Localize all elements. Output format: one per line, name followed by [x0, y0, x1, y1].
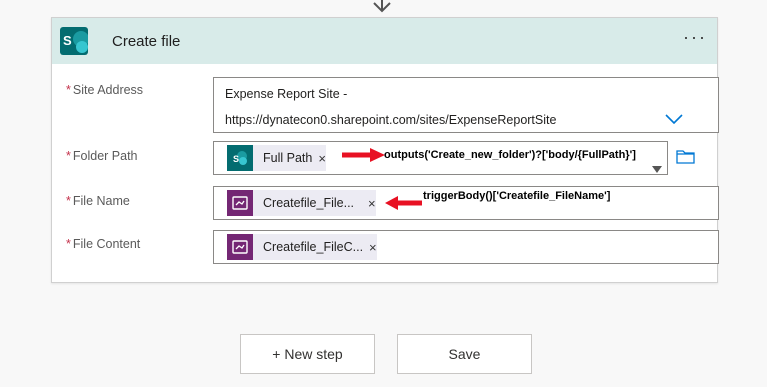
- card-header[interactable]: S Create file ···: [52, 18, 717, 64]
- createfile-filecontent-token[interactable]: Createfile_FileC... ×: [227, 234, 377, 260]
- remove-token-button[interactable]: ×: [318, 151, 326, 166]
- folder-path-expression: outputs('Create_new_folder')?['body/{Ful…: [384, 149, 636, 161]
- power-apps-icon: [227, 190, 253, 216]
- file-content-field[interactable]: Createfile_FileC... ×: [213, 230, 719, 264]
- full-path-token-label: Full Path: [263, 151, 313, 165]
- createfile-filename-token[interactable]: Createfile_File... ×: [227, 190, 376, 216]
- folder-path-label: * Folder Path: [66, 149, 138, 163]
- createfile-filecontent-token-label: Createfile_FileC...: [263, 240, 364, 254]
- sharepoint-icon: S: [227, 145, 253, 171]
- site-address-label: * Site Address: [66, 83, 144, 97]
- remove-token-button[interactable]: ×: [369, 240, 377, 255]
- power-apps-icon: [227, 234, 253, 260]
- arrow-down-icon: [373, 0, 391, 13]
- card-title: Create file: [112, 33, 181, 50]
- svg-text:S: S: [233, 154, 239, 164]
- site-address-line1: Expense Report Site -: [225, 87, 348, 101]
- folder-icon[interactable]: [676, 149, 695, 164]
- site-address-line2: https://dynatecon0.sharepoint.com/sites/…: [225, 113, 557, 127]
- site-address-field[interactable]: Expense Report Site - https://dynatecon0…: [213, 77, 719, 133]
- remove-token-button[interactable]: ×: [368, 196, 376, 211]
- new-step-button[interactable]: + New step: [240, 334, 375, 374]
- annotation-arrow: [342, 148, 385, 162]
- more-options-button[interactable]: ···: [683, 28, 707, 46]
- scroll-down-icon[interactable]: [652, 166, 662, 173]
- chevron-down-icon[interactable]: [665, 114, 683, 124]
- createfile-filename-token-label: Createfile_File...: [263, 196, 355, 210]
- file-content-label: * File Content: [66, 237, 141, 251]
- sharepoint-icon: S: [60, 27, 88, 55]
- full-path-token[interactable]: S Full Path ×: [227, 145, 326, 171]
- file-name-label: * File Name: [66, 194, 130, 208]
- file-name-expression: triggerBody()['Createfile_FileName']: [423, 190, 611, 202]
- save-button[interactable]: Save: [397, 334, 532, 374]
- annotation-arrow: [385, 196, 422, 210]
